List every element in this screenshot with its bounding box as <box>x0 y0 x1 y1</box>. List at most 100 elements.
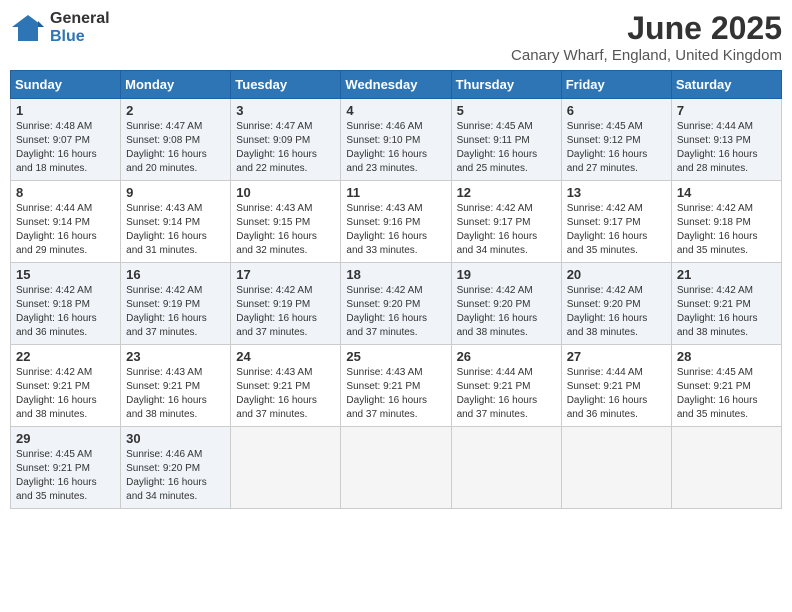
calendar-cell: 16Sunrise: 4:42 AM Sunset: 9:19 PM Dayli… <box>121 263 231 345</box>
day-number: 30 <box>126 431 225 446</box>
day-number: 27 <box>567 349 666 364</box>
logo: General Blue <box>10 10 110 45</box>
day-number: 6 <box>567 103 666 118</box>
day-info: Sunrise: 4:43 AM Sunset: 9:15 PM Dayligh… <box>236 202 335 258</box>
day-info: Sunrise: 4:46 AM Sunset: 9:10 PM Dayligh… <box>346 120 445 176</box>
day-info: Sunrise: 4:45 AM Sunset: 9:11 PM Dayligh… <box>457 120 556 176</box>
calendar-cell: 9 Sunrise: 4:43 AM Sunset: 9:14 PM Daylig… <box>121 181 231 263</box>
calendar-week-row: 22 Sunrise: 4:42 AM Sunset: 9:21 PM Dayli… <box>11 345 782 427</box>
day-info: Sunrise: 4:43 AM Sunset: 9:21 PM Dayligh… <box>126 366 225 422</box>
day-number: 8 <box>16 185 115 200</box>
day-of-week-header: Sunday <box>11 71 121 99</box>
day-number: 23 <box>126 349 225 364</box>
calendar-week-row: 15 Sunrise: 4:42 AM Sunset: 9:18 PM Dayli… <box>11 263 782 345</box>
calendar-cell <box>341 427 451 509</box>
day-info: Sunrise: 4:43 AM Sunset: 9:16 PM Dayligh… <box>346 202 445 258</box>
day-info: Sunrise: 4:47 AM Sunset: 9:09 PM Dayligh… <box>236 120 335 176</box>
day-of-week-header: Tuesday <box>231 71 341 99</box>
logo-icon <box>10 13 46 43</box>
calendar-cell: 1 Sunrise: 4:48 AM Sunset: 9:07 PM Daylig… <box>11 99 121 181</box>
day-info: Sunrise: 4:42 AM Sunset: 9:19 PM Dayligh… <box>236 284 335 340</box>
day-info: Sunrise: 4:43 AM Sunset: 9:21 PM Dayligh… <box>236 366 335 422</box>
calendar-cell: 11 Sunrise: 4:43 AM Sunset: 9:16 PM Dayli… <box>341 181 451 263</box>
day-info: Sunrise: 4:43 AM Sunset: 9:21 PM Dayligh… <box>346 366 445 422</box>
day-number: 5 <box>457 103 556 118</box>
day-number: 14 <box>677 185 776 200</box>
calendar-cell: 3 Sunrise: 4:47 AM Sunset: 9:09 PM Daylig… <box>231 99 341 181</box>
day-info: Sunrise: 4:46 AM Sunset: 9:20 PM Dayligh… <box>126 448 225 504</box>
calendar-week-row: 29 Sunrise: 4:45 AM Sunset: 9:21 PM Dayli… <box>11 427 782 509</box>
day-number: 25 <box>346 349 445 364</box>
calendar-cell: 8 Sunrise: 4:44 AM Sunset: 9:14 PM Daylig… <box>11 181 121 263</box>
calendar-cell <box>231 427 341 509</box>
day-number: 10 <box>236 185 335 200</box>
day-info: Sunrise: 4:42 AM Sunset: 9:21 PM Dayligh… <box>16 366 115 422</box>
calendar-cell: 6 Sunrise: 4:45 AM Sunset: 9:12 PM Daylig… <box>561 99 671 181</box>
day-number: 15 <box>16 267 115 282</box>
calendar-cell: 27 Sunrise: 4:44 AM Sunset: 9:21 PM Dayli… <box>561 345 671 427</box>
calendar-cell: 19Sunrise: 4:42 AM Sunset: 9:20 PM Dayli… <box>451 263 561 345</box>
day-number: 9 <box>126 185 225 200</box>
calendar-cell: 7Sunrise: 4:44 AM Sunset: 9:13 PM Daylig… <box>671 99 781 181</box>
calendar-week-row: 1 Sunrise: 4:48 AM Sunset: 9:07 PM Daylig… <box>11 99 782 181</box>
day-of-week-header: Friday <box>561 71 671 99</box>
title-area: June 2025 Canary Wharf, England, United … <box>511 10 782 64</box>
calendar-cell: 25 Sunrise: 4:43 AM Sunset: 9:21 PM Dayli… <box>341 345 451 427</box>
day-of-week-header: Thursday <box>451 71 561 99</box>
calendar: SundayMondayTuesdayWednesdayThursdayFrid… <box>10 70 782 509</box>
day-number: 28 <box>677 349 776 364</box>
calendar-cell: 20 Sunrise: 4:42 AM Sunset: 9:20 PM Dayli… <box>561 263 671 345</box>
day-number: 13 <box>567 185 666 200</box>
month-title: June 2025 <box>511 10 782 47</box>
day-number: 24 <box>236 349 335 364</box>
calendar-cell: 12Sunrise: 4:42 AM Sunset: 9:17 PM Dayli… <box>451 181 561 263</box>
calendar-cell <box>451 427 561 509</box>
day-number: 19 <box>457 267 556 282</box>
logo-general: General <box>50 10 110 28</box>
day-info: Sunrise: 4:44 AM Sunset: 9:14 PM Dayligh… <box>16 202 115 258</box>
day-number: 22 <box>16 349 115 364</box>
header: General Blue June 2025 Canary Wharf, Eng… <box>10 10 782 64</box>
calendar-cell: 5 Sunrise: 4:45 AM Sunset: 9:11 PM Daylig… <box>451 99 561 181</box>
day-info: Sunrise: 4:42 AM Sunset: 9:18 PM Dayligh… <box>16 284 115 340</box>
calendar-header-row: SundayMondayTuesdayWednesdayThursdayFrid… <box>11 71 782 99</box>
day-info: Sunrise: 4:47 AM Sunset: 9:08 PM Dayligh… <box>126 120 225 176</box>
day-info: Sunrise: 4:48 AM Sunset: 9:07 PM Dayligh… <box>16 120 115 176</box>
calendar-week-row: 8 Sunrise: 4:44 AM Sunset: 9:14 PM Daylig… <box>11 181 782 263</box>
calendar-cell: 22 Sunrise: 4:42 AM Sunset: 9:21 PM Dayli… <box>11 345 121 427</box>
day-info: Sunrise: 4:45 AM Sunset: 9:21 PM Dayligh… <box>16 448 115 504</box>
calendar-cell: 18Sunrise: 4:42 AM Sunset: 9:20 PM Dayli… <box>341 263 451 345</box>
day-info: Sunrise: 4:42 AM Sunset: 9:19 PM Dayligh… <box>126 284 225 340</box>
calendar-cell: 30 Sunrise: 4:46 AM Sunset: 9:20 PM Dayli… <box>121 427 231 509</box>
day-number: 29 <box>16 431 115 446</box>
calendar-cell: 28Sunrise: 4:45 AM Sunset: 9:21 PM Dayli… <box>671 345 781 427</box>
day-number: 11 <box>346 185 445 200</box>
calendar-cell <box>671 427 781 509</box>
day-info: Sunrise: 4:45 AM Sunset: 9:12 PM Dayligh… <box>567 120 666 176</box>
day-info: Sunrise: 4:43 AM Sunset: 9:14 PM Dayligh… <box>126 202 225 258</box>
day-info: Sunrise: 4:42 AM Sunset: 9:18 PM Dayligh… <box>677 202 776 258</box>
day-of-week-header: Saturday <box>671 71 781 99</box>
calendar-cell: 2 Sunrise: 4:47 AM Sunset: 9:08 PM Daylig… <box>121 99 231 181</box>
day-number: 2 <box>126 103 225 118</box>
day-number: 3 <box>236 103 335 118</box>
calendar-cell: 10 Sunrise: 4:43 AM Sunset: 9:15 PM Dayli… <box>231 181 341 263</box>
calendar-cell: 24 Sunrise: 4:43 AM Sunset: 9:21 PM Dayli… <box>231 345 341 427</box>
calendar-cell: 17 Sunrise: 4:42 AM Sunset: 9:19 PM Dayli… <box>231 263 341 345</box>
logo-blue: Blue <box>50 28 110 46</box>
day-number: 7 <box>677 103 776 118</box>
day-info: Sunrise: 4:42 AM Sunset: 9:20 PM Dayligh… <box>567 284 666 340</box>
day-number: 12 <box>457 185 556 200</box>
calendar-cell <box>561 427 671 509</box>
calendar-cell: 29 Sunrise: 4:45 AM Sunset: 9:21 PM Dayli… <box>11 427 121 509</box>
day-info: Sunrise: 4:42 AM Sunset: 9:17 PM Dayligh… <box>567 202 666 258</box>
calendar-cell: 21 Sunrise: 4:42 AM Sunset: 9:21 PM Dayli… <box>671 263 781 345</box>
day-number: 20 <box>567 267 666 282</box>
day-number: 1 <box>16 103 115 118</box>
day-of-week-header: Wednesday <box>341 71 451 99</box>
day-info: Sunrise: 4:42 AM Sunset: 9:21 PM Dayligh… <box>677 284 776 340</box>
day-number: 21 <box>677 267 776 282</box>
day-number: 17 <box>236 267 335 282</box>
day-info: Sunrise: 4:44 AM Sunset: 9:21 PM Dayligh… <box>567 366 666 422</box>
calendar-cell: 15 Sunrise: 4:42 AM Sunset: 9:18 PM Dayli… <box>11 263 121 345</box>
